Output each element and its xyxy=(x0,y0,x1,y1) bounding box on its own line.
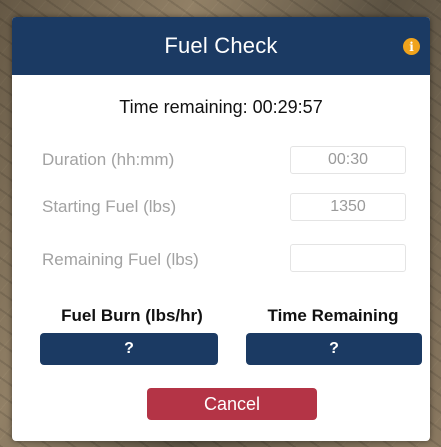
duration-input[interactable] xyxy=(290,146,406,174)
dialog-header: Fuel Check i xyxy=(12,17,430,75)
remaining-fuel-label: Remaining Fuel (lbs) xyxy=(42,250,199,269)
dialog-title: Fuel Check xyxy=(164,33,278,58)
duration-label: Duration (hh:mm) xyxy=(42,150,175,169)
time-remaining-calc-button[interactable]: ? xyxy=(246,333,422,365)
info-icon[interactable]: i xyxy=(403,38,420,55)
time-remaining-text: Time remaining: 00:29:57 xyxy=(119,97,323,117)
fuel-burn-label: Fuel Burn (lbs/hr) xyxy=(61,306,203,325)
starting-fuel-input[interactable] xyxy=(290,193,406,221)
fuel-burn-calc-button[interactable]: ? xyxy=(40,333,218,365)
starting-fuel-label: Starting Fuel (lbs) xyxy=(42,197,177,216)
remaining-fuel-input[interactable] xyxy=(290,244,406,272)
fuel-check-dialog: Fuel Check i Time remaining: 00:29:57 Du… xyxy=(12,17,430,441)
cancel-button[interactable]: Cancel xyxy=(147,388,317,420)
time-remaining-label: Time Remaining xyxy=(267,306,399,325)
